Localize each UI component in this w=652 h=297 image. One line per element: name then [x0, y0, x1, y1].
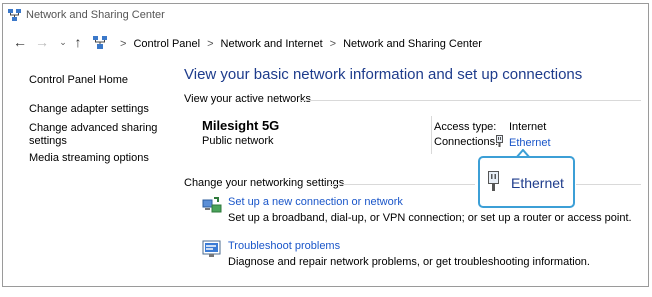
troubleshoot-link[interactable]: Troubleshoot problems: [228, 240, 340, 252]
breadcrumb-network-sharing-center[interactable]: Network and Sharing Center: [343, 38, 482, 50]
sidebar-item-change-adapter-settings[interactable]: Change adapter settings: [29, 103, 149, 116]
network-setup-icon: [202, 196, 222, 219]
breadcrumb-control-panel[interactable]: Control Panel: [133, 38, 200, 50]
section-divider: [301, 100, 641, 101]
access-type-label: Access type:: [434, 121, 497, 133]
window-title: Network and Sharing Center: [26, 9, 165, 21]
sidebar-item-change-advanced-sharing-cont[interactable]: settings: [29, 135, 67, 148]
network-sharing-center-window: Network and Sharing Center ← → ⌄ ↑ > Con…: [2, 3, 649, 287]
section-divider: [330, 184, 475, 185]
setup-connection-desc: Set up a broadband, dial-up, or VPN conn…: [228, 212, 632, 224]
ethernet-link-label: Ethernet: [509, 136, 551, 149]
ethernet-connection-link[interactable]: Ethernet: [496, 135, 551, 150]
section-divider: [576, 184, 641, 185]
sidebar-item-media-streaming-options[interactable]: Media streaming options: [29, 152, 149, 165]
sidebar-item-change-advanced-sharing[interactable]: Change advanced sharing: [29, 122, 157, 135]
address-bar: ← → ⌄ ↑ > Control Panel > Network and In…: [3, 30, 648, 56]
control-panel-icon: [93, 36, 107, 52]
network-center-icon: [8, 9, 21, 27]
title-bar: Network and Sharing Center: [3, 4, 648, 28]
breadcrumb-network-internet[interactable]: Network and Internet: [221, 38, 323, 50]
breadcrumb-separator: >: [207, 38, 214, 50]
recent-locations-button[interactable]: ⌄: [55, 32, 71, 52]
breadcrumb: > Control Panel > Network and Internet >…: [93, 36, 482, 52]
sidebar-item-control-panel-home[interactable]: Control Panel Home: [29, 74, 128, 87]
vertical-divider: [431, 116, 432, 154]
up-button[interactable]: ↑: [70, 32, 86, 52]
setup-connection-link[interactable]: Set up a new connection or network: [228, 196, 403, 208]
troubleshoot-desc: Diagnose and repair network problems, or…: [228, 256, 590, 268]
network-category[interactable]: Public network: [202, 135, 274, 147]
main-pane: View your basic network information and …: [183, 56, 648, 286]
connections-label: Connections:: [434, 136, 499, 148]
troubleshoot-icon: [202, 240, 222, 263]
forward-button[interactable]: →: [34, 32, 50, 52]
network-name: Milesight 5G: [202, 118, 280, 133]
page-title: View your basic network information and …: [184, 66, 583, 83]
left-pane: Control Panel Home Change adapter settin…: [3, 56, 168, 286]
callout-label: Ethernet: [511, 175, 564, 191]
breadcrumb-separator: >: [329, 38, 337, 50]
change-settings-label: Change your networking settings: [184, 177, 345, 189]
ethernet-plug-icon: [496, 135, 503, 150]
access-type-value: Internet: [509, 121, 547, 133]
active-networks-label: View your active networks: [184, 93, 311, 105]
breadcrumb-separator: >: [120, 38, 127, 50]
ethernet-callout: Ethernet: [478, 156, 575, 208]
ethernet-plug-icon: [488, 171, 499, 196]
back-button[interactable]: ←: [12, 32, 28, 52]
